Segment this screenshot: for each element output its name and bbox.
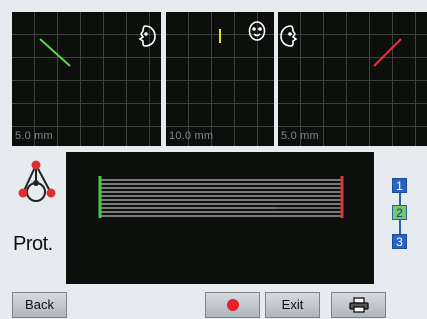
viewport-right-graphic xyxy=(280,25,402,67)
electrode-track-panel[interactable] xyxy=(66,152,374,284)
face-profile-right-icon xyxy=(280,25,298,47)
record-icon xyxy=(226,298,239,311)
viewport-left-graphic xyxy=(39,25,156,67)
print-button[interactable] xyxy=(331,292,386,318)
trajectory-line-right xyxy=(373,38,402,67)
face-front-icon xyxy=(248,21,266,41)
record-button[interactable] xyxy=(205,292,260,318)
printer-icon xyxy=(348,296,369,313)
viewport-right[interactable]: 5.0 mm xyxy=(278,12,427,146)
scale-label-left: 5.0 mm xyxy=(15,130,53,142)
viewport-center[interactable]: 10.0 mm xyxy=(166,12,274,146)
scale-label-center: 10.0 mm xyxy=(169,130,214,142)
electrode-track-graphic xyxy=(98,176,344,218)
trajectory-line-left xyxy=(39,38,71,67)
protocol-label: Prot. xyxy=(13,233,53,255)
protocol-emblem-icon xyxy=(18,160,56,202)
screen: 5.0 mm 10.0 mm 5.0 mm Prot. 1 2 3 Back E… xyxy=(0,0,427,319)
step-button-1[interactable]: 1 xyxy=(392,178,407,193)
exit-button[interactable]: Exit xyxy=(265,292,320,318)
step-button-3[interactable]: 3 xyxy=(392,234,407,249)
face-profile-left-icon xyxy=(138,25,156,47)
scale-label-right: 5.0 mm xyxy=(281,130,319,142)
viewport-center-graphic xyxy=(219,21,266,43)
viewport-left[interactable]: 5.0 mm xyxy=(12,12,161,146)
back-button[interactable]: Back xyxy=(12,292,67,318)
step-button-2[interactable]: 2 xyxy=(392,205,407,220)
